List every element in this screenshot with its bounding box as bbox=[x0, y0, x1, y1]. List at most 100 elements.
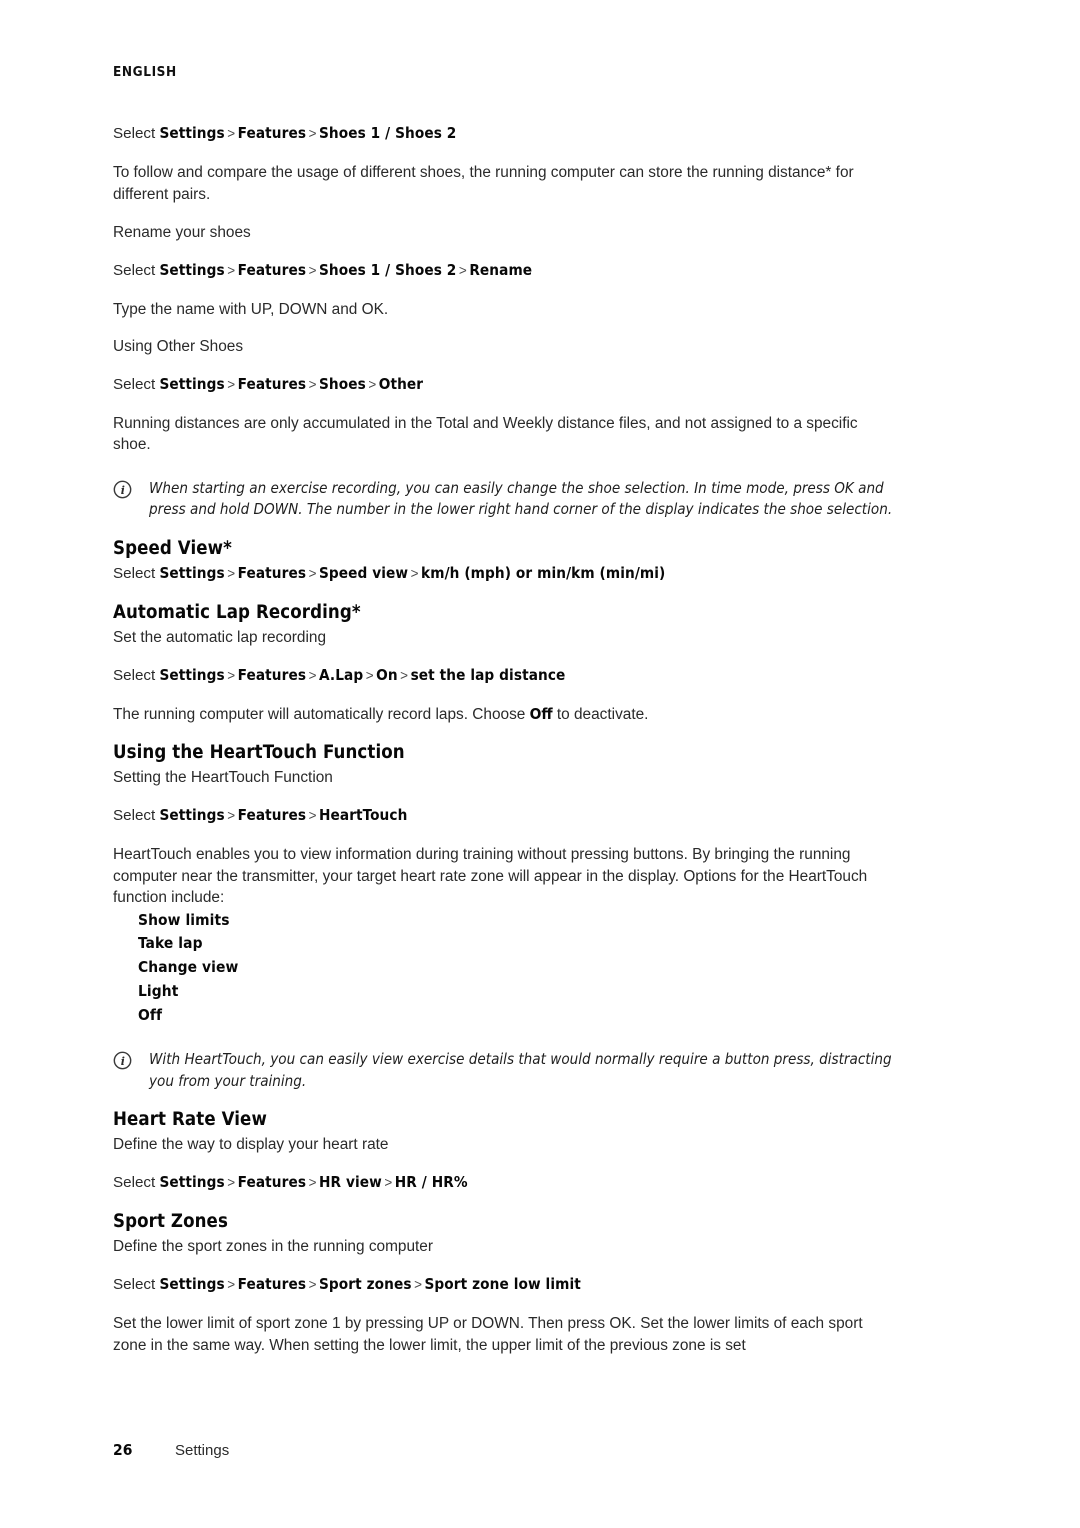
subline-sport-zones: Define the sport zones in the running co… bbox=[113, 1238, 433, 1256]
breadcrumb-node[interactable]: Features bbox=[238, 806, 306, 824]
breadcrumb-lead: Select bbox=[113, 261, 156, 279]
breadcrumb-node[interactable]: Settings bbox=[159, 261, 224, 279]
heading-sport-zones: Sport Zones bbox=[113, 1211, 228, 1233]
breadcrumb-lead: Select bbox=[113, 564, 156, 582]
breadcrumb-node[interactable]: Features bbox=[238, 564, 306, 582]
breadcrumb-node[interactable]: Settings bbox=[159, 806, 224, 824]
subheading-rename-shoes: Rename your shoes bbox=[113, 224, 251, 241]
note-callout-shoe-selection: i When starting an exercise recording, y… bbox=[113, 478, 897, 521]
breadcrumb-node[interactable]: On bbox=[376, 666, 398, 684]
page-number: 26 bbox=[113, 1441, 133, 1459]
breadcrumb-separator-icon: > bbox=[414, 1277, 422, 1293]
breadcrumb-node[interactable]: Shoes bbox=[319, 375, 366, 393]
breadcrumb-node[interactable]: Settings bbox=[159, 666, 224, 684]
breadcrumb-separator-icon: > bbox=[227, 1175, 236, 1191]
subline-heart-rate-view: Define the way to display your heart rat… bbox=[113, 1136, 389, 1154]
paragraph-shoes-intro: To follow and compare the usage of diffe… bbox=[113, 164, 854, 203]
breadcrumb-separator-icon: > bbox=[308, 376, 317, 392]
breadcrumb-node[interactable]: Settings bbox=[159, 124, 224, 142]
breadcrumb-node[interactable]: Settings bbox=[159, 1275, 224, 1293]
list-item: Change view bbox=[138, 958, 239, 977]
auto-lap-text-after: to deactivate. bbox=[552, 705, 649, 723]
breadcrumb-node[interactable]: set the lap distance bbox=[411, 666, 566, 684]
list-item: Light bbox=[138, 981, 179, 1000]
breadcrumb-automatic-lap: Select Settings > Features > A.Lap > On > set th… bbox=[113, 665, 897, 686]
breadcrumb-separator-icon: > bbox=[227, 667, 236, 683]
breadcrumb-separator-icon: > bbox=[308, 1175, 317, 1191]
breadcrumb-node[interactable]: Sport zones bbox=[319, 1275, 412, 1293]
auto-lap-off-token: Off bbox=[529, 704, 553, 723]
breadcrumb-node[interactable]: Settings bbox=[159, 1173, 224, 1191]
breadcrumb-node[interactable]: km/h (mph) or min/km (min/mi) bbox=[421, 564, 665, 582]
breadcrumb-hearttouch: Select Settings > Features > HeartTouch bbox=[113, 805, 897, 826]
breadcrumb-separator-icon: > bbox=[308, 1277, 317, 1293]
hearttouch-options-list: Show limits Take lap Change view Light O… bbox=[113, 909, 897, 1028]
breadcrumb-separator-icon: > bbox=[308, 565, 317, 581]
breadcrumb-node[interactable]: HeartTouch bbox=[319, 806, 407, 824]
note-text: With HeartTouch, you can easily view exe… bbox=[149, 1050, 892, 1090]
breadcrumb-separator-icon: > bbox=[365, 667, 374, 683]
breadcrumb-node[interactable]: Features bbox=[238, 1275, 306, 1293]
breadcrumb-separator-icon: > bbox=[308, 262, 317, 278]
breadcrumb-lead: Select bbox=[113, 375, 156, 393]
breadcrumb-separator-icon: > bbox=[400, 667, 409, 683]
breadcrumb-separator-icon: > bbox=[308, 808, 317, 823]
breadcrumb-separator-icon: > bbox=[227, 1277, 236, 1293]
breadcrumb-shoes-other: Select Settings > Features > Shoes > Other bbox=[113, 374, 897, 395]
breadcrumb-node[interactable]: A.Lap bbox=[319, 666, 363, 684]
subline-setting-hearttouch: Setting the HeartTouch Function bbox=[113, 769, 333, 786]
breadcrumb-separator-icon: > bbox=[227, 262, 236, 278]
breadcrumb-separator-icon: > bbox=[458, 262, 467, 278]
breadcrumb-separator-icon: > bbox=[227, 565, 236, 581]
breadcrumb-node[interactable]: Features bbox=[238, 1173, 306, 1191]
breadcrumb-node[interactable]: HR / HR% bbox=[395, 1173, 468, 1191]
paragraph-type-name: Type the name with UP, DOWN and OK. bbox=[113, 300, 389, 318]
subline-automatic-lap-recording: Set the automatic lap recording bbox=[113, 628, 327, 646]
breadcrumb-lead: Select bbox=[113, 666, 156, 684]
breadcrumb-node[interactable]: Settings bbox=[159, 564, 224, 582]
breadcrumb-sport-zones: Select Settings > Features > Sport zones > Spo… bbox=[113, 1274, 897, 1295]
breadcrumb-lead: Select bbox=[113, 1174, 156, 1192]
svg-text:i: i bbox=[121, 483, 125, 496]
breadcrumb-node[interactable]: Rename bbox=[469, 261, 532, 279]
breadcrumb-node[interactable]: Features bbox=[238, 261, 306, 279]
breadcrumb-lead: Select bbox=[113, 125, 156, 142]
breadcrumb-node[interactable]: Other bbox=[379, 375, 423, 393]
breadcrumb-separator-icon: > bbox=[384, 1175, 393, 1191]
info-circle-icon: i bbox=[113, 480, 132, 499]
running-head: ENGLISH bbox=[113, 64, 177, 80]
paragraph-sport-zones: Set the lower limit of sport zone 1 by p… bbox=[113, 1315, 863, 1354]
subheading-using-other-shoes: Using Other Shoes bbox=[113, 338, 244, 355]
breadcrumb-separator-icon: > bbox=[308, 126, 317, 141]
list-item: Off bbox=[138, 1005, 163, 1024]
paragraph-distance-accumulation: Running distances are only accumulated i… bbox=[113, 414, 858, 454]
breadcrumb-node[interactable]: Speed view bbox=[319, 564, 408, 582]
breadcrumb-separator-icon: > bbox=[410, 565, 419, 581]
breadcrumb-shoes-rename: Select Settings > Features > Shoes 1 / Shoes… bbox=[113, 260, 897, 281]
paragraph-hearttouch-description: HeartTouch enables you to view informati… bbox=[113, 846, 868, 906]
breadcrumb-hr-view: Select Settings > Features > HR view > HR / HR… bbox=[113, 1172, 897, 1193]
list-item: Take lap bbox=[138, 934, 203, 953]
breadcrumb-node[interactable]: Sport zone low limit bbox=[424, 1275, 580, 1293]
svg-text:i: i bbox=[121, 1055, 125, 1068]
breadcrumb-node[interactable]: Shoes 1 / Shoes 2 bbox=[319, 124, 456, 142]
breadcrumb-node[interactable]: Features bbox=[238, 124, 306, 142]
footer-section-label: Settings bbox=[175, 1442, 230, 1459]
breadcrumb-separator-icon: > bbox=[227, 808, 236, 823]
breadcrumb-separator-icon: > bbox=[227, 376, 236, 392]
breadcrumb-node[interactable]: Settings bbox=[159, 375, 224, 393]
breadcrumb-node[interactable]: Shoes 1 / Shoes 2 bbox=[319, 261, 456, 279]
paragraph-auto-lap: The running computer will automatically … bbox=[113, 704, 897, 726]
heading-automatic-lap-recording: Automatic Lap Recording* bbox=[113, 601, 361, 623]
breadcrumb-node[interactable]: HR view bbox=[319, 1173, 382, 1191]
breadcrumb-shoes-1: Select Settings > Features > Shoes 1 / Shoes… bbox=[113, 123, 897, 144]
breadcrumb-lead: Select bbox=[113, 1276, 156, 1294]
page-footer: 26 Settings bbox=[113, 1441, 897, 1459]
heading-heart-rate-view: Heart Rate View bbox=[113, 1109, 267, 1131]
list-item: Show limits bbox=[138, 910, 230, 929]
page-content: Select Settings > Features > Shoes 1 / Shoes… bbox=[113, 123, 897, 1373]
breadcrumb-node[interactable]: Features bbox=[238, 666, 306, 684]
breadcrumb-lead: Select bbox=[113, 807, 156, 824]
breadcrumb-node[interactable]: Features bbox=[238, 375, 306, 393]
breadcrumb-speed-view: Select Settings > Features > Speed view > km/h… bbox=[113, 563, 897, 584]
